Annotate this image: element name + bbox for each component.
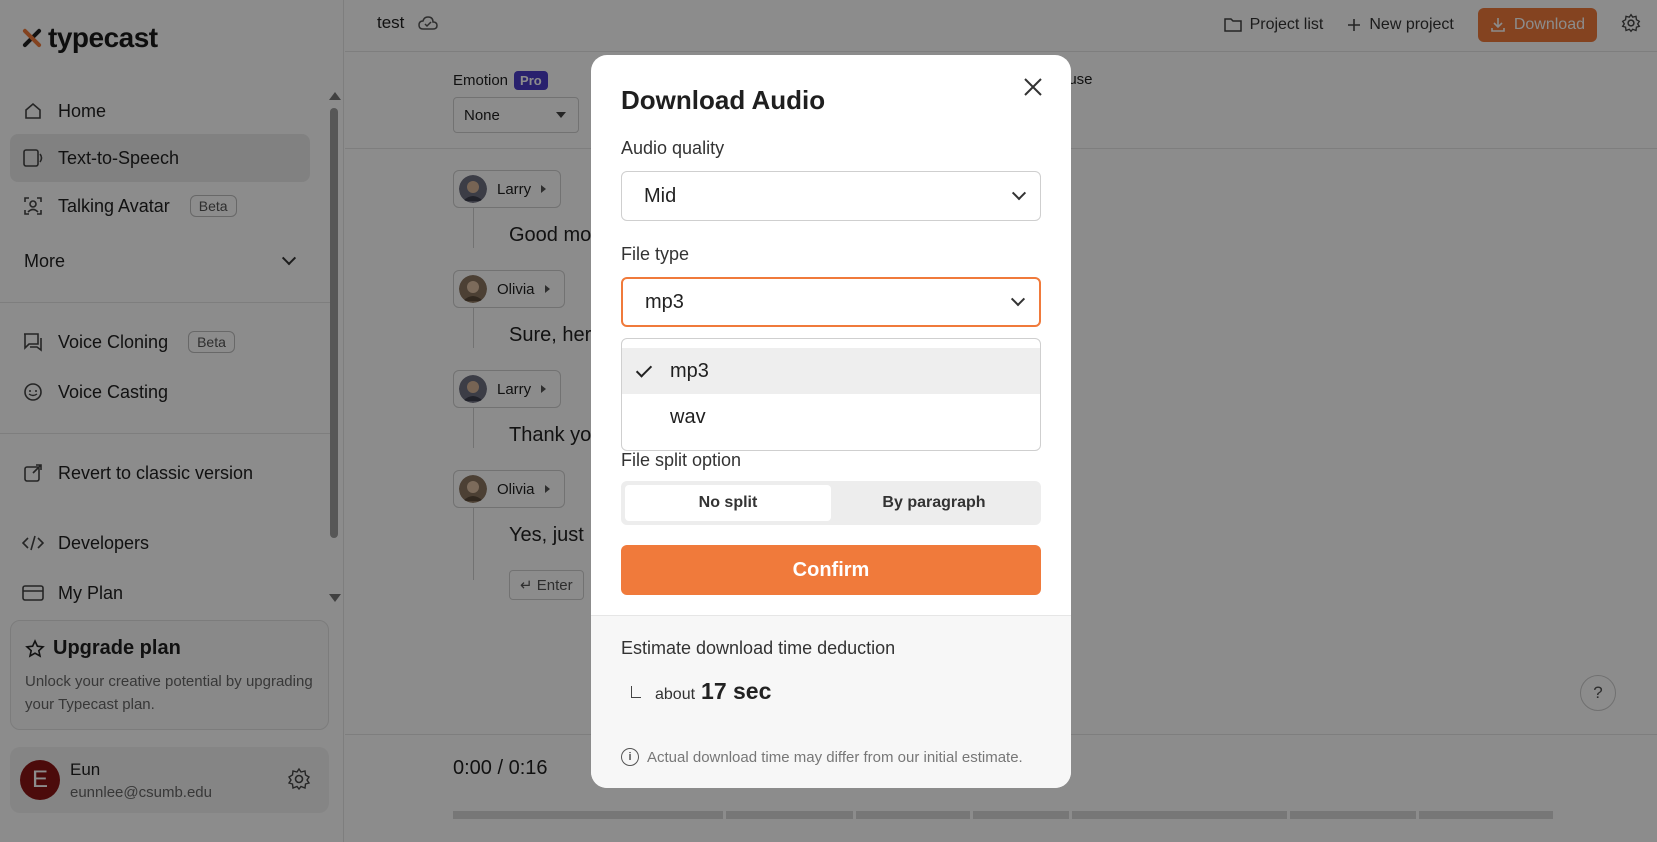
- estimate-note: Actual download time may differ from our…: [647, 748, 1023, 766]
- confirm-button[interactable]: Confirm: [621, 545, 1041, 595]
- file-type-dropdown: mp3 wav: [621, 338, 1041, 451]
- audio-quality-label: Audio quality: [621, 138, 725, 158]
- split-option-no-split[interactable]: No split: [625, 485, 831, 521]
- file-split-label: File split option: [621, 450, 742, 470]
- estimate-note-row: i Actual download time may differ from o…: [621, 748, 1023, 766]
- chevron-down-icon: [1010, 292, 1026, 307]
- split-option-by-paragraph[interactable]: By paragraph: [831, 485, 1037, 521]
- download-audio-modal: Download Audio Audio quality Mid File ty…: [591, 55, 1071, 788]
- file-type-option-wav[interactable]: wav: [622, 394, 1040, 440]
- file-type-option-mp3[interactable]: mp3: [622, 348, 1040, 394]
- chevron-down-icon: [1011, 186, 1027, 201]
- audio-quality-select[interactable]: Mid: [621, 171, 1041, 221]
- file-type-select[interactable]: mp3: [621, 277, 1041, 327]
- estimate-value: 17 sec: [701, 678, 772, 704]
- file-split-toggle: No split By paragraph: [621, 481, 1041, 525]
- estimate-title: Estimate download time deduction: [621, 638, 896, 658]
- file-type-label: File type: [621, 244, 690, 264]
- check-icon: [635, 361, 653, 378]
- option-label: mp3: [670, 359, 709, 382]
- corner-arrow-icon: [631, 685, 641, 698]
- info-icon: i: [621, 748, 639, 766]
- modal-title: Download Audio: [621, 85, 826, 115]
- estimate-section: Estimate download time deduction about 1…: [591, 615, 1071, 788]
- estimate-row: about 17 sec: [631, 678, 771, 705]
- file-type-value: mp3: [645, 290, 684, 313]
- close-icon[interactable]: [1017, 71, 1049, 103]
- option-label: wav: [670, 405, 706, 428]
- audio-quality-value: Mid: [644, 184, 677, 207]
- estimate-about: about: [655, 686, 696, 703]
